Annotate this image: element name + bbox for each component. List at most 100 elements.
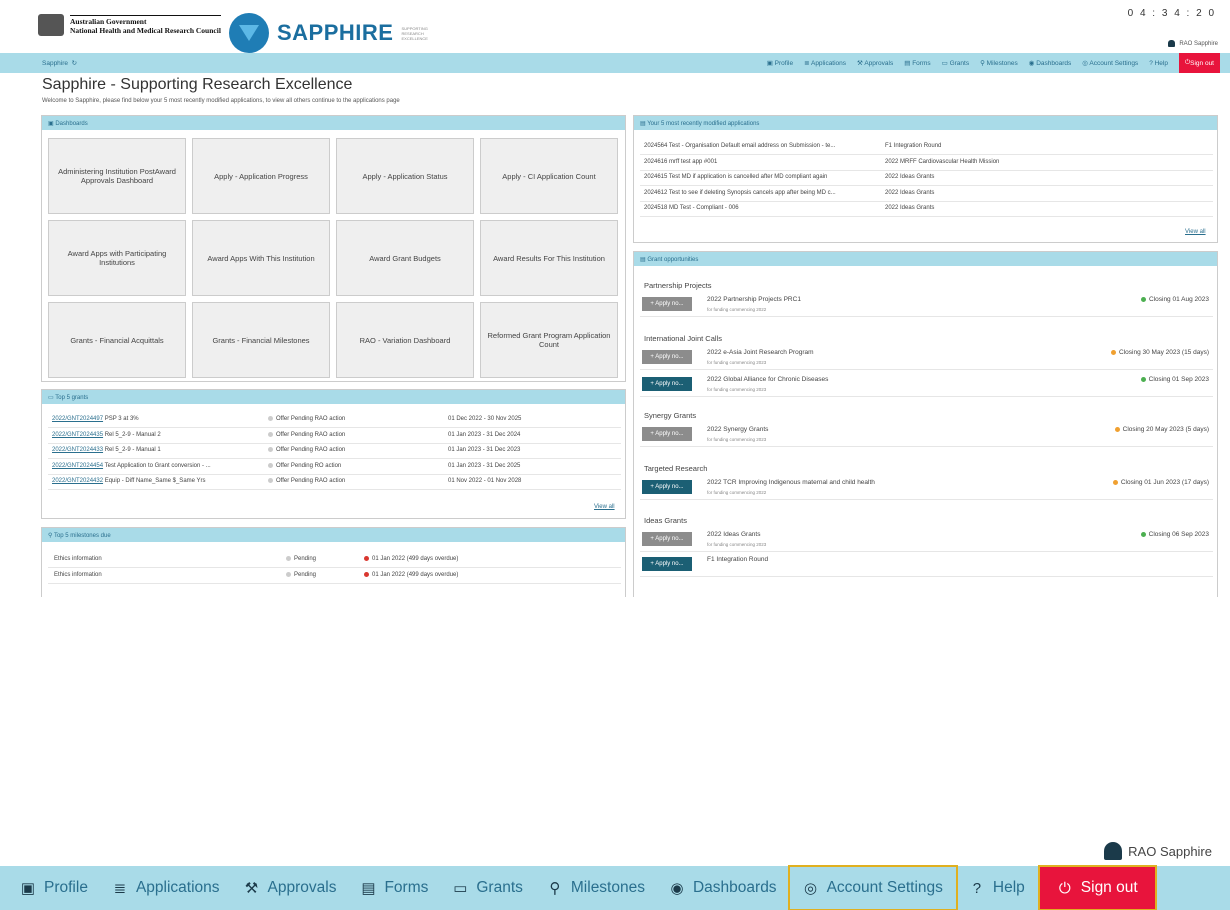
dashboard-tile[interactable]: Apply - CI Application Count [480,138,618,214]
account-settings-icon: ◎ [804,880,818,897]
recent-apps-header: ▤ Your 5 most recently modified applicat… [634,116,1217,130]
milestone-due-label: 01 Jan 2022 (499 days overdue) [372,556,459,563]
grant-name: PSP 3 at 3% [104,416,139,422]
nav-account-settings[interactable]: ◎ Account Settings [1082,59,1138,67]
grant-dates: 01 Jan 2023 - 31 Dec 2025 [448,462,521,469]
recent-app-row[interactable]: 2024616 mrff test app #001 [644,159,717,165]
apply-now-button[interactable]: + Apply no... [642,480,692,494]
grant-status: Offer Pending RAO action [268,478,345,484]
session-clock: 0 4 : 3 4 : 2 0 [1127,8,1216,19]
grant-id-link[interactable]: 2022/GNT2024454 [52,463,103,469]
recent-app-row[interactable]: 2024518 MD Test - Compliant - 006 [644,205,739,211]
apply-now-button[interactable]: + Apply no... [642,297,692,311]
recent-view-all[interactable]: View all [1185,229,1206,235]
apply-now-button[interactable]: + Apply no... [642,350,692,364]
row-divider [640,576,1213,577]
nav-items: ▣ Profile ≣ Applications ⚒ Approvals ▤ Form… [767,53,1220,73]
nav-milestones[interactable]: ⚲ Milestones [980,59,1018,67]
dashboard-tile[interactable]: Administering Institution PostAward Appr… [48,138,186,214]
nav-applications[interactable]: ≣ Applications [804,59,846,67]
opportunity-category: Targeted Research [644,464,708,473]
grant-id-link[interactable]: 2022/GNT2024433 [52,447,103,453]
app-name: Test MD if application is cancelled afte… [668,174,828,180]
grants-view-all[interactable]: View all [594,504,615,510]
dashboard-tile[interactable]: Award Apps With This Institution [192,220,330,296]
grant-id-link[interactable]: 2022/GNT2024432 [52,478,103,484]
zoomed-navbar: RAO Sapphire ▣ Profile ≣ Applications ⚒ Appro… [0,838,1230,910]
app-name: MD Test - Compliant - 006 [669,205,739,211]
apply-now-button[interactable]: + Apply no... [642,532,692,546]
zoom-nav-profile[interactable]: ▣ Profile [0,866,100,910]
zoom-nav-dashboards[interactable]: ◉ Dashboards [657,866,789,910]
status-dot-icon [286,556,291,561]
closing-dot-icon [1114,426,1120,432]
opportunity-category: Synergy Grants [644,411,697,420]
history-icon[interactable]: ↻ [72,60,77,67]
dashboard-tile[interactable]: Grants - Financial Acquittals [48,302,186,378]
grant-row[interactable]: 2022/GNT2024497 PSP 3 at 3% [52,416,139,422]
row-divider [48,489,621,490]
recent-apps-title: Your 5 most recently modified applicatio… [647,121,760,127]
grant-row[interactable]: 2022/GNT2024454 Test Application to Gran… [52,463,211,469]
dashboard-tile[interactable]: Award Grant Budgets [336,220,474,296]
apply-now-button[interactable]: + Apply no... [642,427,692,441]
gov-line1: Australian Government [70,17,147,26]
closing-date: Closing 06 Sep 2023 [1140,531,1209,538]
zoom-nav-help[interactable]: ? Help [957,866,1037,910]
closing-date: Closing 01 Sep 2023 [1140,376,1209,383]
row-divider [640,154,1213,155]
apply-now-button[interactable]: + Apply no... [642,377,692,391]
recent-app-row[interactable]: 2024612 Test to see if deleting Synopsis… [644,190,836,196]
dashboard-tile[interactable]: Award Apps with Participating Institutio… [48,220,186,296]
opportunity-category: International Joint Calls [644,334,722,343]
row-divider [48,458,621,459]
dashboards-title: Dashboards [55,121,88,127]
recent-app-row[interactable]: 2024564 Test - Organisation Default emai… [644,143,835,149]
grant-row[interactable]: 2022/GNT2024433 Rel 5_2-9 - Manual 1 [52,447,161,453]
brand-link[interactable]: Sapphire ↻ [42,59,77,67]
zoom-user-menu[interactable]: RAO Sapphire [1104,842,1212,860]
site-header: Australian Government National Health and… [0,0,1230,53]
row-divider [640,169,1213,171]
row-divider [640,551,1213,552]
nav-help[interactable]: ? Help [1149,60,1168,67]
zoom-nav-approvals[interactable]: ⚒ Approvals [232,866,349,910]
apply-now-button[interactable]: + Apply no... [642,557,692,571]
zoom-nav-account-settings[interactable]: ◎ Account Settings [787,865,958,910]
row-divider [640,396,1213,397]
nav-profile[interactable]: ▣ Profile [767,59,793,67]
grant-id-link[interactable]: 2022/GNT2024497 [52,416,103,422]
zoom-nav-forms-label: Forms [384,879,429,896]
nav-approvals[interactable]: ⚒ Approvals [857,59,893,67]
user-menu[interactable]: RAO Sapphire [1168,40,1218,47]
zoom-nav-grants[interactable]: ▭ Grants [440,866,535,910]
zoom-nav-milestones[interactable]: ⚲ Milestones [535,866,657,910]
grant-dates: 01 Nov 2022 - 01 Nov 2028 [448,478,522,484]
dashboard-tile[interactable]: Award Results For This Institution [480,220,618,296]
nav-grants[interactable]: ▭ Grants [942,59,969,67]
grant-id-link[interactable]: 2022/GNT2024435 [52,432,103,438]
sapphire-logo[interactable]: SAPPHIRE SUPPORTING RESEARCH EXCELLENCE [229,13,431,53]
dashboard-tile[interactable]: Reformed Grant Program Application Count [480,302,618,378]
zoom-sign-out[interactable]: ⏻ Sign out [1037,865,1157,910]
dashboard-tile[interactable]: RAO - Variation Dashboard [336,302,474,378]
grant-row[interactable]: 2022/GNT2024435 Rel 5_2-9 - Manual 2 [52,432,161,438]
dashboard-tile[interactable]: Grants - Financial Milestones [192,302,330,378]
zoom-nav-profile-label: Profile [44,879,88,896]
row-divider [48,442,621,444]
status-dot-icon [268,447,273,452]
nav-sign-out[interactable]: ⏻ Sign out [1178,53,1220,73]
zoom-nav-applications[interactable]: ≣ Applications [100,866,232,910]
app-name: mrff test app #001 [669,158,718,165]
opportunity-subtitle: for funding commencing 2022 [707,490,767,495]
dashboard-tile[interactable]: Apply - Application Status [336,138,474,214]
government-logo[interactable]: Australian Government National Health and… [38,14,221,36]
nav-forms[interactable]: ▤ Forms [904,59,930,67]
dashboard-tile[interactable]: Apply - Application Progress [192,138,330,214]
recent-app-row[interactable]: 2024615 Test MD if application is cancel… [644,174,827,180]
grant-row[interactable]: 2022/GNT2024432 Equip - Diff Name_Same $… [52,478,206,484]
opportunity-name: 2022 e-Asia Joint Research Program [707,349,814,356]
zoom-nav-forms[interactable]: ▤ Forms [348,866,440,910]
nav-dashboards[interactable]: ◉ Dashboards [1029,59,1072,67]
row-divider [640,216,1213,217]
